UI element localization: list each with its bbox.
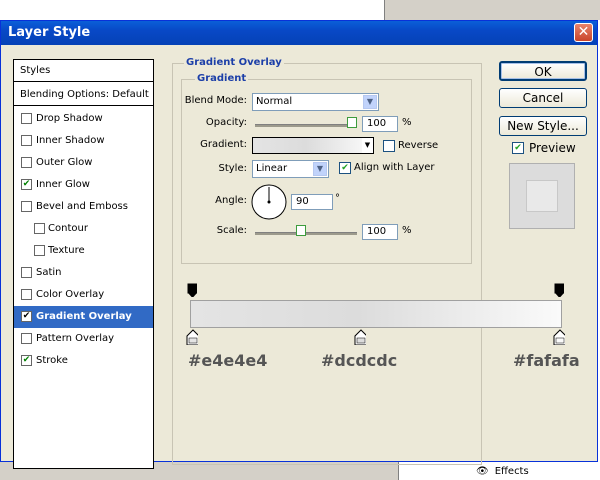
opacity-stop-left[interactable] <box>187 283 197 297</box>
blend-mode-select[interactable]: Normal ▼ <box>252 93 379 111</box>
preview-thumbnail <box>509 163 575 229</box>
align-with-layer-label: Align with Layer <box>354 162 435 173</box>
style-value: Linear <box>256 163 288 174</box>
style-checkbox[interactable] <box>21 157 32 168</box>
close-button[interactable]: ✕ <box>574 23 593 42</box>
opacity-label: Opacity: <box>205 117 247 128</box>
style-item-label: Bevel and Emboss <box>36 201 128 212</box>
style-item-outer-glow[interactable]: Outer Glow <box>14 152 153 174</box>
style-item-label: Inner Glow <box>36 179 90 190</box>
styles-list: Styles Blending Options: Default Drop Sh… <box>13 59 154 469</box>
style-item-inner-glow[interactable]: ✔ Inner Glow <box>14 174 153 196</box>
style-item-label: Color Overlay <box>36 289 105 300</box>
style-item-drop-shadow[interactable]: Drop Shadow <box>14 108 153 130</box>
gradient-swatch[interactable] <box>252 137 372 154</box>
stop-color-label: #e4e4e4 <box>188 351 268 370</box>
style-item-stroke[interactable]: ✔ Stroke <box>14 350 153 372</box>
reverse-label: Reverse <box>398 140 439 151</box>
style-item-satin[interactable]: Satin <box>14 262 153 284</box>
chevron-down-icon: ▼ <box>313 162 327 176</box>
style-item-label: Inner Shadow <box>36 135 105 146</box>
style-item-label: Texture <box>48 245 85 256</box>
degree-symbol: ° <box>335 193 340 204</box>
scale-slider-thumb[interactable] <box>296 225 307 236</box>
color-stop-3[interactable] <box>553 329 565 345</box>
close-icon: ✕ <box>577 24 590 40</box>
reverse-checkbox[interactable] <box>383 140 395 152</box>
blending-options-item[interactable]: Blending Options: Default <box>14 84 153 106</box>
scale-input[interactable]: 100 <box>362 224 398 240</box>
angle-input[interactable]: 90 <box>291 194 333 210</box>
chevron-down-icon: ▼ <box>363 95 377 109</box>
blend-mode-label: Blend Mode: <box>184 95 247 106</box>
preview-label: Preview <box>529 141 576 155</box>
opacity-percent: % <box>402 117 412 128</box>
background-panel <box>384 0 600 20</box>
style-item-contour[interactable]: Contour <box>14 218 153 240</box>
gradient-label: Gradient: <box>200 139 247 150</box>
style-checkbox[interactable] <box>34 223 45 234</box>
opacity-slider-thumb[interactable] <box>347 117 357 128</box>
color-stop-2[interactable] <box>354 329 366 345</box>
color-stop-1[interactable] <box>186 329 198 345</box>
angle-label: Angle: <box>215 195 247 206</box>
style-checkbox[interactable] <box>21 333 32 344</box>
styles-header[interactable]: Styles <box>14 60 153 82</box>
style-checkbox[interactable] <box>34 245 45 256</box>
style-item-pattern-overlay[interactable]: Pattern Overlay <box>14 328 153 350</box>
stop-color-label: #fafafa <box>513 351 580 370</box>
new-style-button[interactable]: New Style... <box>499 116 587 136</box>
style-checkbox[interactable]: ✔ <box>21 179 32 190</box>
preview-swatch <box>526 180 558 212</box>
layer-style-dialog: Layer Style ✕ Styles Blending Options: D… <box>0 20 598 469</box>
gradient-dropdown-arrow[interactable]: ▼ <box>362 137 374 154</box>
style-checkbox[interactable]: ✔ <box>21 311 32 322</box>
style-item-label: Contour <box>48 223 88 234</box>
scale-percent: % <box>402 225 412 236</box>
style-label: Style: <box>218 163 248 174</box>
gradient-subgroup-title: Gradient <box>195 73 249 84</box>
scale-label: Scale: <box>216 225 247 236</box>
window-title: Layer Style <box>8 25 91 40</box>
style-checkbox[interactable] <box>21 135 32 146</box>
style-item-label: Drop Shadow <box>36 113 103 124</box>
layer-effects-row[interactable]: 👁 Effects <box>476 466 529 477</box>
effects-label: Effects <box>494 466 529 477</box>
ok-button[interactable]: OK <box>499 61 587 81</box>
style-item-label: Pattern Overlay <box>36 333 115 344</box>
style-select[interactable]: Linear ▼ <box>252 160 329 178</box>
style-checkbox[interactable] <box>21 201 32 212</box>
style-item-label: Satin <box>36 267 62 278</box>
style-checkbox[interactable] <box>21 289 32 300</box>
angle-dial[interactable] <box>250 183 288 221</box>
stop-color-label: #dcdcdc <box>321 351 398 370</box>
style-item-label: Outer Glow <box>36 157 93 168</box>
style-checkbox[interactable] <box>21 267 32 278</box>
style-checkbox[interactable]: ✔ <box>21 355 32 366</box>
style-item-label: Stroke <box>36 355 68 366</box>
blend-mode-value: Normal <box>256 96 293 107</box>
style-item-bevel-and-emboss[interactable]: Bevel and Emboss <box>14 196 153 218</box>
style-item-label: Gradient Overlay <box>36 311 132 322</box>
style-item-color-overlay[interactable]: Color Overlay <box>14 284 153 306</box>
opacity-slider-track[interactable] <box>255 124 357 127</box>
gradient-overlay-title: Gradient Overlay <box>184 57 284 68</box>
align-with-layer-checkbox[interactable]: ✔ <box>339 162 351 174</box>
title-bar[interactable]: Layer Style <box>1 21 597 45</box>
triangle-down-icon: ▼ <box>364 141 371 149</box>
cancel-button[interactable]: Cancel <box>499 88 587 108</box>
opacity-stop-right[interactable] <box>554 283 564 297</box>
preview-checkbox[interactable]: ✔ <box>512 142 524 154</box>
eye-icon[interactable]: 👁 <box>476 466 489 477</box>
style-item-gradient-overlay[interactable]: ✔ Gradient Overlay <box>14 306 153 328</box>
style-item-inner-shadow[interactable]: Inner Shadow <box>14 130 153 152</box>
style-checkbox[interactable] <box>21 113 32 124</box>
opacity-input[interactable]: 100 <box>362 116 398 132</box>
gradient-preview-bar[interactable] <box>190 300 562 328</box>
style-item-texture[interactable]: Texture <box>14 240 153 262</box>
